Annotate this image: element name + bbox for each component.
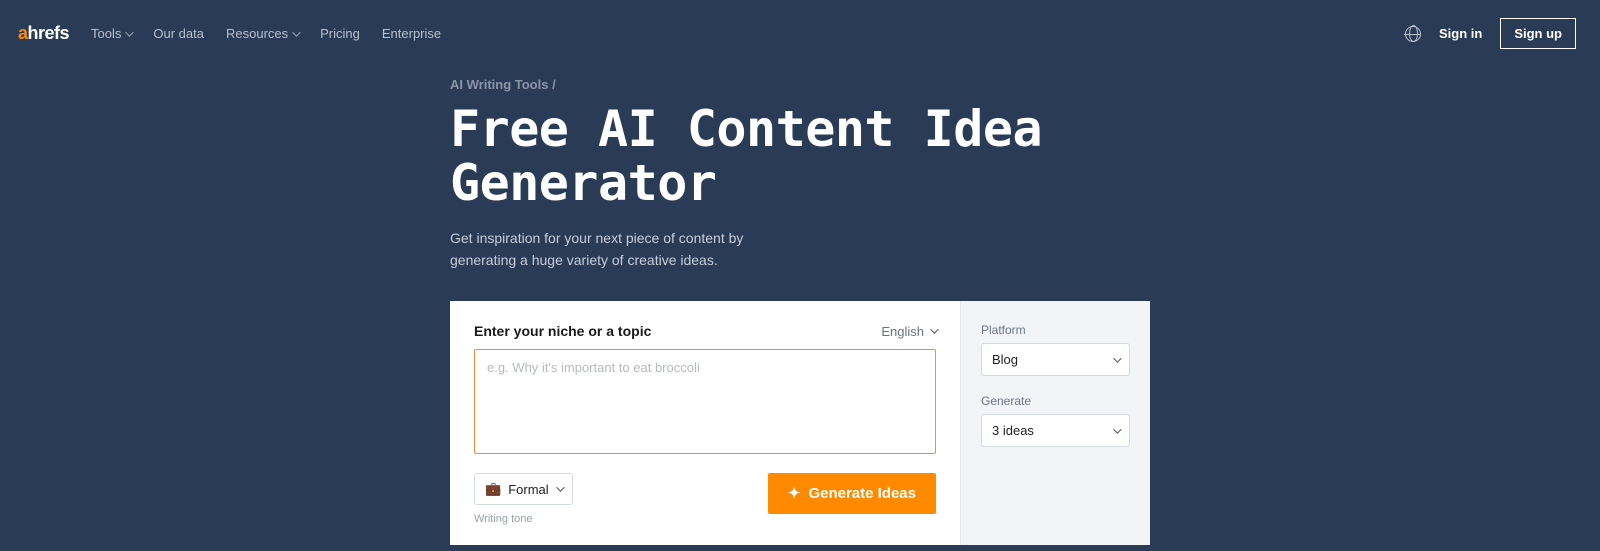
nav-enterprise[interactable]: Enterprise [382, 26, 441, 41]
hero: AI Writing Tools / Free AI Content Idea … [450, 77, 1160, 545]
nav-item-label: Enterprise [382, 26, 441, 41]
nav-our-data[interactable]: Our data [153, 26, 204, 41]
card-side: Platform Blog Generate 3 ideas [960, 301, 1150, 545]
generate-count-select[interactable]: 3 ideas [981, 414, 1130, 447]
chevron-down-icon [292, 28, 300, 36]
top-nav: ahrefs Tools Our data Resources Pricing … [0, 0, 1600, 67]
generator-card: Enter your niche or a topic English 💼 Fo… [450, 301, 1150, 545]
tone-wrap: 💼 Formal Writing tone [474, 473, 573, 525]
page-subtitle: Get inspiration for your next piece of c… [450, 228, 810, 271]
platform-value: Blog [992, 352, 1018, 367]
prompt-header-row: Enter your niche or a topic English [474, 323, 936, 339]
logo[interactable]: ahrefs [18, 23, 69, 44]
language-select[interactable]: English [881, 324, 936, 339]
tone-value: Formal [508, 482, 548, 497]
chevron-down-icon [126, 28, 134, 36]
chevron-down-icon [556, 484, 564, 492]
sparkle-icon: ✦ [788, 486, 801, 501]
generate-count-value: 3 ideas [992, 423, 1034, 438]
nav-resources[interactable]: Resources [226, 26, 298, 41]
nav-pricing[interactable]: Pricing [320, 26, 360, 41]
actions-row: 💼 Formal Writing tone ✦ Generate Ideas [474, 473, 936, 525]
chevron-down-icon [930, 326, 938, 334]
nav-item-label: Resources [226, 26, 288, 41]
logo-text: hrefs [28, 23, 70, 43]
page-title: Free AI Content Idea Generator [450, 102, 1160, 210]
generate-button-label: Generate Ideas [808, 485, 916, 502]
topic-input[interactable] [474, 349, 936, 454]
generate-button[interactable]: ✦ Generate Ideas [768, 473, 936, 514]
platform-label: Platform [981, 323, 1130, 337]
globe-icon[interactable] [1405, 26, 1421, 42]
nav-items: Tools Our data Resources Pricing Enterpr… [91, 26, 441, 41]
nav-item-label: Tools [91, 26, 121, 41]
nav-item-label: Pricing [320, 26, 360, 41]
nav-item-label: Our data [153, 26, 204, 41]
signup-button[interactable]: Sign up [1500, 18, 1576, 49]
breadcrumb[interactable]: AI Writing Tools / [450, 77, 1160, 92]
tone-select[interactable]: 💼 Formal [474, 473, 573, 505]
logo-accent: a [18, 23, 28, 43]
briefcase-icon: 💼 [485, 481, 501, 497]
nav-right: Sign in Sign up [1405, 18, 1576, 49]
platform-select[interactable]: Blog [981, 343, 1130, 376]
nav-tools[interactable]: Tools [91, 26, 131, 41]
generate-count-label: Generate [981, 394, 1130, 408]
tone-caption: Writing tone [474, 513, 573, 525]
signin-link[interactable]: Sign in [1439, 26, 1482, 41]
chevron-down-icon [1113, 354, 1121, 362]
language-value: English [881, 324, 924, 339]
chevron-down-icon [1113, 425, 1121, 433]
prompt-label: Enter your niche or a topic [474, 323, 651, 339]
card-main: Enter your niche or a topic English 💼 Fo… [450, 301, 960, 545]
